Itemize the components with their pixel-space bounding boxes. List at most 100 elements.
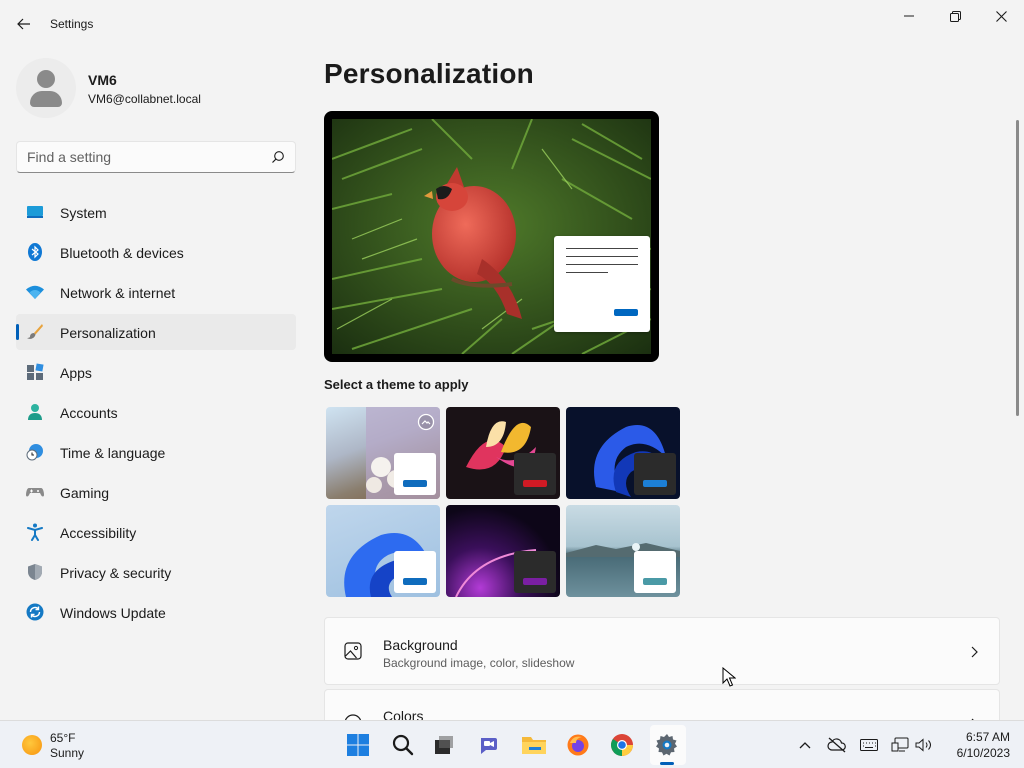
preview-window — [554, 236, 650, 332]
avatar — [16, 58, 76, 118]
sidebar-item-label: Privacy & security — [60, 565, 172, 581]
windows-logo-icon — [347, 734, 369, 756]
theme-tile[interactable] — [446, 407, 560, 499]
keyboard-icon — [860, 739, 878, 751]
restore-icon — [949, 10, 961, 22]
weather-widget[interactable]: 65°F Sunny — [12, 729, 132, 761]
colors-card[interactable]: Colors — [324, 689, 1000, 720]
firefox-icon — [567, 734, 589, 756]
chrome-button[interactable] — [608, 731, 636, 759]
weather-condition: Sunny — [50, 746, 85, 760]
accessibility-icon — [27, 523, 43, 541]
clock-globe-icon — [26, 444, 43, 461]
sidebar-item-label: Gaming — [60, 485, 110, 501]
restore-button[interactable] — [932, 0, 978, 32]
bluetooth-icon — [28, 243, 42, 261]
network-icon — [891, 737, 909, 752]
paintbrush-icon — [27, 324, 43, 339]
profile-email: VM6@collabnet.local — [88, 92, 201, 106]
task-view-button[interactable] — [430, 731, 458, 759]
keyboard-tray-button[interactable] — [859, 735, 879, 755]
chevron-right-icon — [971, 646, 978, 658]
firefox-button[interactable] — [564, 731, 592, 759]
sidebar-item-network[interactable]: Network & internet — [16, 274, 296, 310]
card-subtitle: Background image, color, slideshow — [383, 656, 575, 670]
photo-icon — [417, 413, 435, 431]
sidebar-item-accounts[interactable]: Accounts — [16, 394, 296, 430]
clock-time: 6:57 AM — [965, 730, 1010, 744]
gamepad-icon — [26, 488, 44, 497]
theme-tile[interactable] — [326, 407, 440, 499]
chevron-up-icon — [799, 742, 811, 749]
sidebar-item-label: Network & internet — [60, 285, 176, 301]
theme-tile[interactable] — [566, 505, 680, 597]
settings-app-button[interactable] — [653, 731, 681, 759]
card-title: Background — [383, 637, 458, 653]
desktop-preview-image — [332, 119, 651, 354]
sidebar-item-label: System — [60, 205, 107, 221]
scrollbar[interactable] — [1016, 120, 1019, 416]
volume-tray-button[interactable] — [914, 735, 934, 755]
sidebar-item-accessibility[interactable]: Accessibility — [16, 514, 296, 550]
wifi-icon — [26, 285, 44, 299]
sidebar-item-label: Bluetooth & devices — [60, 245, 184, 261]
theme-tile[interactable] — [326, 505, 440, 597]
sidebar-item-apps[interactable]: Apps — [16, 354, 296, 390]
sidebar-item-time-language[interactable]: Time & language — [16, 434, 296, 470]
minimize-button[interactable] — [886, 0, 932, 32]
start-button[interactable] — [344, 731, 372, 759]
taskbar-clock[interactable]: 6:57 AM 6/10/2023 — [946, 729, 1010, 761]
task-view-icon — [435, 736, 453, 754]
search-box — [16, 141, 296, 173]
theme-preview — [324, 111, 659, 362]
accounts-icon — [28, 404, 42, 420]
network-tray-button[interactable] — [890, 735, 910, 755]
themes-label: Select a theme to apply — [324, 377, 469, 392]
theme-tile[interactable] — [446, 505, 560, 597]
folder-icon — [522, 737, 546, 754]
theme-tile[interactable] — [566, 407, 680, 499]
onedrive-tray-button[interactable] — [827, 735, 847, 755]
palette-icon — [344, 714, 362, 720]
sidebar-item-label: Apps — [60, 365, 92, 381]
clock-date: 6/10/2023 — [956, 746, 1010, 760]
profile-name: VM6 — [88, 72, 117, 88]
weather-temp: 65°F — [50, 731, 76, 745]
cloud-offline-icon — [827, 737, 846, 753]
shield-icon — [28, 564, 42, 580]
sidebar-item-windows-update[interactable]: Windows Update — [16, 594, 296, 630]
mouse-cursor-icon — [722, 667, 736, 687]
teams-chat-button[interactable] — [476, 731, 504, 759]
gear-icon — [656, 734, 677, 756]
sidebar-item-system[interactable]: System — [16, 194, 296, 230]
page-title: Personalization — [324, 58, 534, 89]
back-button[interactable] — [10, 10, 38, 38]
sidebar-item-bluetooth[interactable]: Bluetooth & devices — [16, 234, 296, 270]
search-input[interactable] — [27, 148, 257, 166]
chat-icon — [481, 738, 497, 754]
sidebar-item-personalization[interactable]: Personalization — [16, 314, 296, 350]
app-title: Settings — [50, 17, 94, 31]
close-icon — [995, 10, 1007, 22]
taskbar: 65°F Sunny 6:57 AM 6/10/2023 — [0, 720, 1024, 768]
theme-grid — [324, 405, 680, 597]
image-icon — [344, 642, 362, 660]
file-explorer-button[interactable] — [520, 731, 548, 759]
taskbar-search-button[interactable] — [389, 731, 417, 759]
user-profile[interactable]: VM6 VM6@collabnet.local — [16, 58, 296, 118]
chrome-icon — [611, 734, 633, 756]
sidebar-item-label: Personalization — [60, 325, 156, 341]
card-title: Colors — [383, 708, 424, 720]
minimize-icon — [904, 15, 914, 17]
background-card[interactable]: Background Background image, color, slid… — [324, 617, 1000, 685]
sidebar-item-label: Windows Update — [60, 605, 166, 621]
title-bar: Settings — [0, 0, 1024, 48]
show-hidden-icons-button[interactable] — [795, 735, 815, 755]
active-app-indicator — [660, 762, 674, 765]
search-icon[interactable] — [271, 150, 285, 164]
search-icon — [392, 734, 414, 756]
sidebar-item-gaming[interactable]: Gaming — [16, 474, 296, 510]
sidebar-item-privacy[interactable]: Privacy & security — [16, 554, 296, 590]
close-button[interactable] — [978, 0, 1024, 32]
apps-icon — [27, 363, 44, 380]
